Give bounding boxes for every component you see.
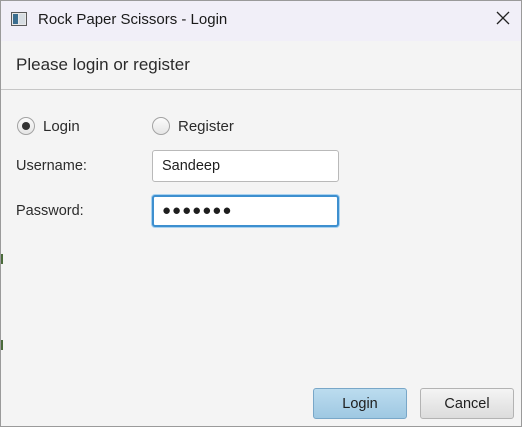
username-label: Username: [16, 158, 87, 174]
radio-unchecked-icon [152, 117, 170, 135]
login-radio-label: Login [43, 117, 80, 135]
header-text: Please login or register [16, 55, 190, 74]
cancel-button[interactable]: Cancel [420, 388, 514, 419]
title-bar[interactable]: Rock Paper Scissors - Login [1, 1, 521, 41]
register-radio[interactable]: Register [152, 117, 234, 135]
dialog-content: Login Register Username: Sandeep Passwor… [1, 90, 521, 426]
login-button[interactable]: Login [313, 388, 407, 419]
username-field[interactable]: Sandeep [152, 150, 339, 182]
password-label: Password: [16, 203, 84, 219]
edge-artifact [1, 340, 3, 350]
close-icon [496, 11, 510, 30]
password-field[interactable]: ●●●●●●● [152, 195, 339, 227]
radio-checked-icon [17, 117, 35, 135]
edge-artifact [1, 254, 3, 264]
login-dialog: Rock Paper Scissors - Login Please login… [0, 0, 522, 427]
login-radio[interactable]: Login [17, 117, 80, 135]
window-title: Rock Paper Scissors - Login [38, 11, 228, 28]
close-button[interactable] [485, 1, 521, 39]
dialog-header: Please login or register [1, 41, 521, 90]
java-app-icon [11, 12, 27, 26]
register-radio-label: Register [178, 117, 234, 135]
